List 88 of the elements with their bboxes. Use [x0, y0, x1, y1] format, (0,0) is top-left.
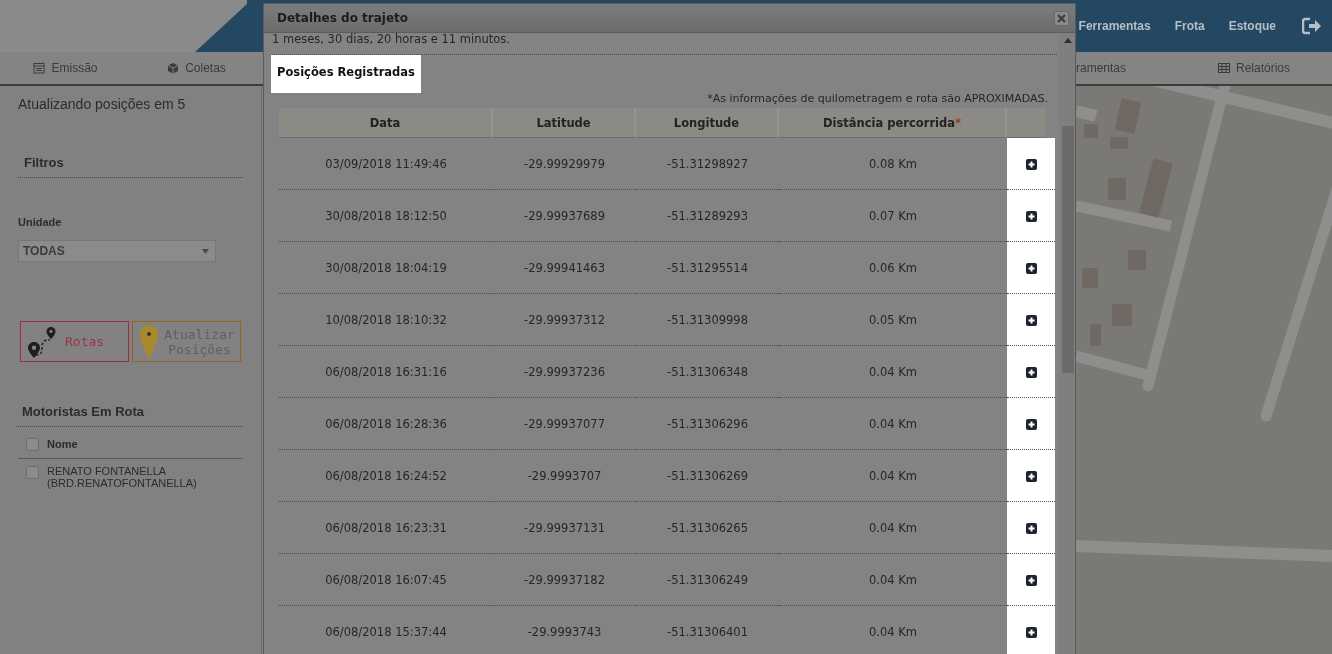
table-cell: 06/08/2018 16:31:16 — [279, 346, 493, 398]
close-icon — [1057, 13, 1066, 23]
expand-button[interactable] — [1025, 418, 1037, 429]
table-cell: -51.31306348 — [636, 346, 779, 398]
table-cell: 30/08/2018 18:04:19 — [279, 242, 493, 294]
expand-button[interactable] — [1025, 210, 1037, 221]
table-cell: 06/08/2018 16:23:31 — [279, 502, 493, 554]
table-cell: -29.99941463 — [493, 242, 636, 294]
nav-tab[interactable]: Emissão — [0, 61, 131, 75]
column-header: Data — [279, 108, 493, 138]
unit-select[interactable]: TODAS — [18, 240, 216, 262]
scroll-thumb[interactable] — [1061, 126, 1074, 373]
plus-icon — [1025, 419, 1037, 430]
table-cell: -51.31306401 — [636, 606, 779, 654]
expand-button[interactable] — [1025, 522, 1037, 533]
table-cell: -29.9993707 — [493, 450, 636, 502]
plus-icon — [1025, 211, 1037, 222]
table-cell: 06/08/2018 16:07:45 — [279, 554, 493, 606]
table-cell: -29.99937131 — [493, 502, 636, 554]
footnote-mark: * — [955, 115, 961, 130]
expand-button[interactable] — [1025, 470, 1037, 481]
plus-icon — [1025, 367, 1037, 378]
expand-button[interactable] — [1025, 626, 1037, 637]
table-cell: -51.31306265 — [636, 502, 779, 554]
plus-icon — [1025, 159, 1037, 170]
nav-link[interactable]: Frota — [1174, 19, 1205, 33]
column-label: Distância percorrida — [823, 115, 955, 130]
logout-icon[interactable] — [1302, 17, 1322, 35]
caret-icon — [202, 248, 209, 254]
expand-button[interactable] — [1025, 314, 1037, 325]
routes-button[interactable]: Rotas — [20, 321, 129, 362]
field-label: Unidade — [18, 216, 63, 228]
plus-icon — [1025, 523, 1037, 534]
close-button[interactable] — [1054, 10, 1069, 26]
nav-link[interactable]: Estoque — [1228, 19, 1276, 33]
table-cell: -29.99937077 — [493, 398, 636, 450]
dialog-title: Detalhes do trajeto — [277, 11, 409, 25]
nav-link[interactable]: Ferramentas — [1078, 19, 1151, 33]
expand-button[interactable] — [1025, 262, 1037, 273]
nav-tab[interactable]: Coletas — [131, 61, 262, 75]
section-title: Posições Registradas — [271, 55, 421, 93]
plus-icon — [1025, 627, 1037, 638]
section-title: Motoristas Em Rota — [16, 404, 243, 427]
table-cell: -51.31295514 — [636, 242, 779, 294]
driver-name: RENATO FONTANELLA (BRD.RENATOFONTANELLA) — [47, 465, 198, 489]
nav-tab[interactable]: Relatórios — [1176, 61, 1332, 75]
table-cell: -51.31306269 — [636, 450, 779, 502]
table-cell: -51.31298927 — [636, 138, 779, 190]
nav-tab[interactable]: ramentas — [1076, 61, 1176, 75]
plus-icon — [1025, 263, 1037, 274]
expand-button[interactable] — [1025, 366, 1037, 377]
table-cell: -29.99937689 — [493, 190, 636, 242]
table-cell: -29.99937236 — [493, 346, 636, 398]
note-text: *As informações de quilometragem e rota são APROXIMADAS. — [706, 93, 1048, 105]
plus-icon — [1025, 471, 1037, 482]
table-cell: -51.31289293 — [636, 190, 779, 242]
table-cell: -29.9993743 — [493, 606, 636, 654]
checkbox[interactable] — [26, 438, 39, 451]
table-cell: -51.31306296 — [636, 398, 779, 450]
plus-icon — [1025, 575, 1037, 586]
expand-button[interactable] — [1025, 158, 1037, 169]
table-cell: -29.99929979 — [493, 138, 636, 190]
plus-icon — [1025, 315, 1037, 326]
expand-button[interactable] — [1025, 574, 1037, 585]
table-icon — [1218, 62, 1230, 74]
section-title: Filtros — [18, 155, 243, 178]
scroll-up-icon[interactable] — [1063, 38, 1072, 43]
map-pin-icon — [139, 323, 159, 360]
table-cell: -51.31306249 — [636, 554, 779, 606]
table-cell: 10/08/2018 18:10:32 — [279, 294, 493, 346]
table-cell: -29.99937182 — [493, 554, 636, 606]
table-cell: 06/08/2018 15:37:44 — [279, 606, 493, 654]
table-cell: 30/08/2018 18:12:50 — [279, 190, 493, 242]
duration-text: 1 meses, 30 dias, 20 horas e 11 minutos. — [272, 33, 511, 46]
column-header: Longitude — [636, 108, 779, 138]
table-cell: 03/09/2018 11:49:46 — [279, 138, 493, 190]
scrollbar[interactable] — [1059, 33, 1075, 654]
table-cell: 06/08/2018 16:24:52 — [279, 450, 493, 502]
column-header: Latitude — [493, 108, 636, 138]
route-icon — [27, 324, 57, 359]
status-text: Atualizando posições em 5 — [18, 96, 187, 112]
column-header: Nome — [47, 438, 78, 450]
table-cell: 06/08/2018 16:28:36 — [279, 398, 493, 450]
table-cell: -51.31309998 — [636, 294, 779, 346]
cube-icon — [167, 62, 180, 74]
checkbox[interactable] — [26, 466, 39, 479]
table-cell: -29.99937312 — [493, 294, 636, 346]
calendar-icon — [33, 62, 46, 74]
